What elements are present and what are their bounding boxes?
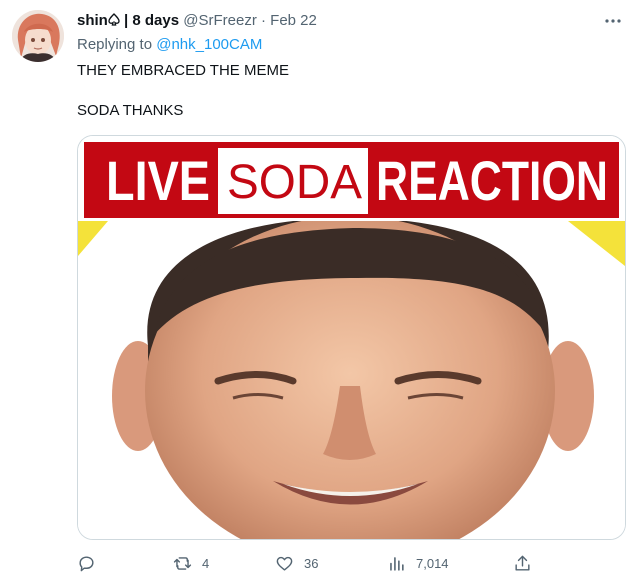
more-icon [605,19,621,23]
like-button[interactable]: 36 [275,548,318,578]
more-button[interactable] [600,10,626,32]
spade-icon [108,12,120,29]
badge-sep: | 8 days [119,12,180,29]
display-name[interactable]: shin [77,12,108,29]
replying-label: Replying to [77,36,153,53]
views-button[interactable]: 7,014 [387,548,449,578]
share-button[interactable] [513,548,532,578]
replying-handle-link[interactable]: @nhk_100CAM [156,36,262,53]
media-image: LIVE SODA REACTION [78,136,625,539]
tweet-card[interactable]: shin | 8 days @SrFreezr · Feb 22 Replyin… [0,0,640,580]
replying-to: Replying to @nhk_100CAM [77,35,262,55]
banner-soda: SODA [227,156,362,209]
reply-icon [79,555,94,571]
user-handle[interactable]: @SrFreezr [183,12,257,29]
retweet-icon [173,556,192,570]
tweet-text-line1: THEY EMBRACED THE MEME [77,62,289,79]
views-count: 7,014 [416,555,449,571]
banner-live: LIVE [106,149,210,212]
share-icon [515,555,530,571]
tweet-date[interactable]: · Feb 22 [261,12,317,29]
like-count: 36 [304,555,319,571]
reply-button[interactable] [77,548,106,578]
action-bar: 4 36 7,014 [77,548,624,578]
tweet-text-line2: SODA THANKS [77,102,184,119]
avatar-image [12,10,64,62]
retweet-button[interactable]: 4 [173,548,209,578]
tweet-header: shin | 8 days @SrFreezr · Feb 22 [77,11,600,31]
tweet-media[interactable]: LIVE SODA REACTION [77,135,626,540]
views-icon [390,556,404,571]
retweet-count: 4 [202,555,210,571]
like-icon [276,556,293,571]
avatar[interactable] [12,10,64,62]
banner-reaction: REACTION [376,149,608,212]
